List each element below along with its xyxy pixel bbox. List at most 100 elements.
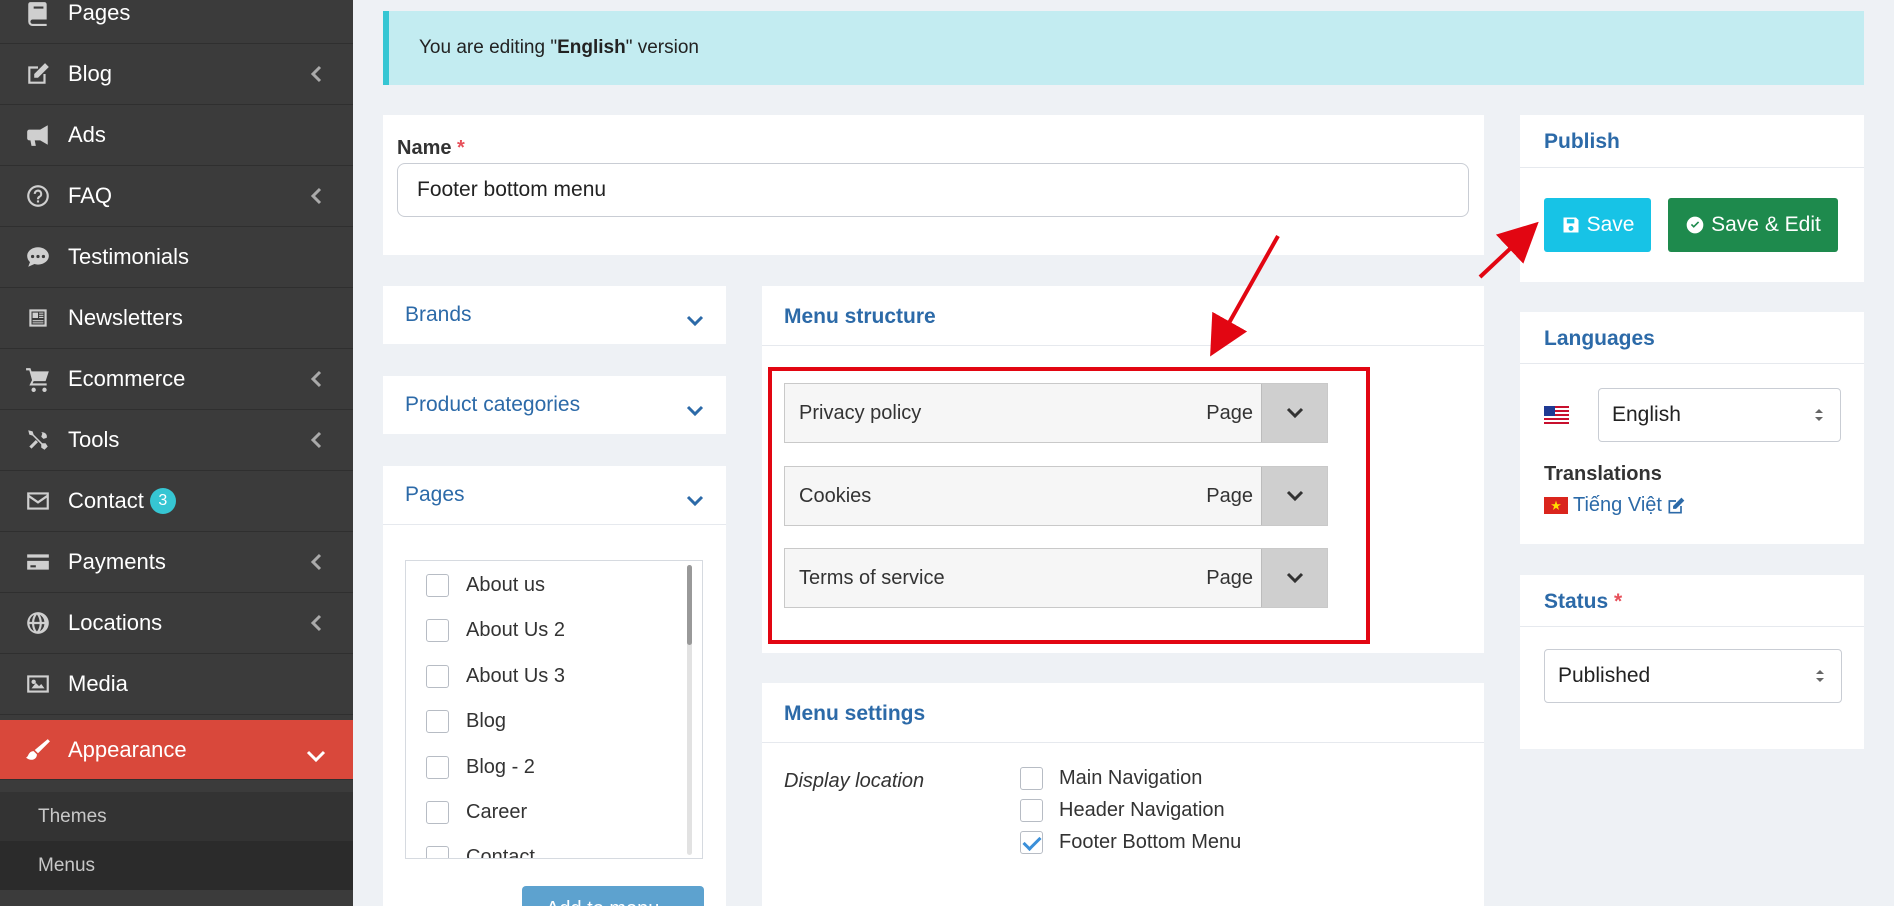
sidebar-item-label: Appearance [68, 736, 187, 762]
chevron-down-icon [686, 489, 704, 507]
sidebar-item-label: Newsletters [68, 305, 183, 330]
pages-accordion-header[interactable]: Pages [383, 466, 726, 524]
checkbox[interactable] [426, 574, 449, 597]
sidebar-item-ads[interactable]: Ads [0, 105, 353, 166]
menu-settings-card: Menu settings Display location Main Navi… [762, 683, 1484, 906]
sidebar-item-blog[interactable]: Blog [0, 44, 353, 105]
divider [762, 742, 1484, 743]
brands-accordion[interactable]: Brands [383, 286, 726, 344]
list-item[interactable]: Blog - 2 [426, 756, 535, 779]
list-item[interactable]: Career [426, 801, 527, 824]
shopping-cart-icon [24, 365, 52, 393]
list-item[interactable]: Blog [426, 710, 506, 733]
location-option[interactable]: Header Navigation [1020, 799, 1225, 822]
list-item-label: Blog [466, 710, 507, 732]
edit-icon [24, 60, 52, 88]
chevron-left-icon [309, 552, 323, 572]
sidebar-item-media[interactable]: Media [0, 654, 353, 715]
sidebar-item-appearance[interactable]: Appearance [0, 720, 353, 780]
sidebar-item-label: Payments [68, 549, 166, 574]
edit-icon [1668, 497, 1685, 513]
name-input[interactable] [397, 163, 1469, 217]
annotation-highlight-box [768, 367, 1370, 644]
comment-dots-icon [24, 243, 52, 271]
translation-link-label: Tiếng Việt [1573, 494, 1662, 516]
product-categories-accordion[interactable]: Product categories [383, 376, 726, 434]
sidebar-item-label: Locations [68, 610, 163, 635]
status-title: Status * [1544, 590, 1622, 614]
sidebar-item-pages[interactable]: Pages [0, 0, 353, 44]
menu-settings-title: Menu settings [784, 702, 926, 725]
status-title-text: Status [1544, 590, 1609, 613]
menu-structure-title: Menu structure [784, 305, 936, 328]
contact-count-badge: 3 [149, 488, 176, 514]
sidebar-item-contact[interactable]: Contact 3 [0, 471, 353, 532]
list-item-label: Contact [466, 846, 535, 859]
alert-suffix: " version [625, 37, 699, 58]
divider [1520, 167, 1864, 168]
display-location-label: Display location [784, 770, 925, 792]
tools-icon [24, 426, 52, 454]
sidebar-item-label: Tools [68, 427, 120, 452]
location-option-label: Main Navigation [1059, 767, 1203, 789]
sidebar-subitem-menus[interactable]: Menus [0, 841, 353, 890]
status-select[interactable]: Published [1544, 649, 1842, 703]
list-item[interactable]: About Us 2 [426, 619, 565, 642]
publish-card: Publish Save Save & Edit [1520, 115, 1864, 282]
list-item[interactable]: About Us 3 [426, 665, 565, 688]
sidebar-item-label: Ads [68, 122, 106, 147]
checkbox[interactable] [426, 665, 449, 688]
sidebar-item-tools[interactable]: Tools [0, 410, 353, 471]
checkbox[interactable] [1020, 767, 1043, 790]
checkbox[interactable] [426, 710, 449, 733]
scrollbar-thumb[interactable] [687, 565, 692, 645]
sidebar-item-label: Testimonials [68, 244, 190, 269]
sidebar-item-newsletters[interactable]: Newsletters [0, 288, 353, 349]
pages-accordion-label: Pages [405, 483, 465, 506]
sidebar-subitem-themes[interactable]: Themes [0, 792, 353, 841]
image-icon [24, 670, 52, 698]
sidebar-item-testimonials[interactable]: Testimonials [0, 227, 353, 288]
name-label-text: Name [397, 137, 452, 159]
checkbox[interactable] [1020, 799, 1043, 822]
checkbox[interactable] [426, 756, 449, 779]
save-button[interactable]: Save [1544, 198, 1651, 252]
checkbox[interactable] [426, 619, 449, 642]
divider [1520, 626, 1864, 627]
save-and-edit-button[interactable]: Save & Edit [1668, 198, 1838, 252]
translations-label: Translations [1544, 463, 1662, 485]
add-to-menu-label: Add to menu [546, 898, 659, 906]
editing-language-alert: You are editing " English " version [383, 11, 1864, 85]
name-label: Name * [397, 137, 465, 160]
divider [383, 524, 726, 525]
brands-accordion-label: Brands [405, 303, 472, 326]
location-option[interactable]: Footer Bottom Menu [1020, 831, 1241, 854]
checkbox[interactable] [426, 846, 449, 858]
list-item[interactable]: About us [426, 574, 545, 597]
sidebar: Pages Blog Ads FAQ Testimonials Newslett… [0, 0, 353, 906]
chevron-down-icon [305, 743, 327, 762]
language-select[interactable]: English [1598, 388, 1841, 442]
list-item[interactable]: Contact [426, 846, 535, 859]
floppy-disk-icon [1563, 217, 1579, 233]
add-to-menu-button[interactable]: Add to menu [522, 886, 704, 906]
save-and-edit-label: Save & Edit [1711, 213, 1821, 236]
location-option[interactable]: Main Navigation [1020, 767, 1202, 790]
divider [1520, 363, 1864, 364]
sidebar-item-ecommerce[interactable]: Ecommerce [0, 349, 353, 410]
name-card: Name * [383, 115, 1484, 255]
sidebar-subitem-label: Themes [38, 805, 107, 827]
sidebar-item-faq[interactable]: FAQ [0, 166, 353, 227]
pages-checklist[interactable]: About us About Us 2 About Us 3 Blog Blog… [405, 560, 703, 859]
checkbox-checked[interactable] [1020, 831, 1043, 854]
chevron-left-icon [309, 369, 323, 389]
sidebar-item-payments[interactable]: Payments [0, 532, 353, 593]
globe-icon [24, 609, 52, 637]
envelope-icon [24, 487, 52, 515]
translation-link-vi[interactable]: Tiếng Việt [1544, 494, 1686, 517]
chevron-left-icon [309, 613, 323, 633]
pages-accordion: Pages About us About Us 2 About Us 3 Blo… [383, 466, 726, 906]
languages-title: Languages [1544, 327, 1655, 350]
sidebar-item-locations[interactable]: Locations [0, 593, 353, 654]
checkbox[interactable] [426, 801, 449, 824]
